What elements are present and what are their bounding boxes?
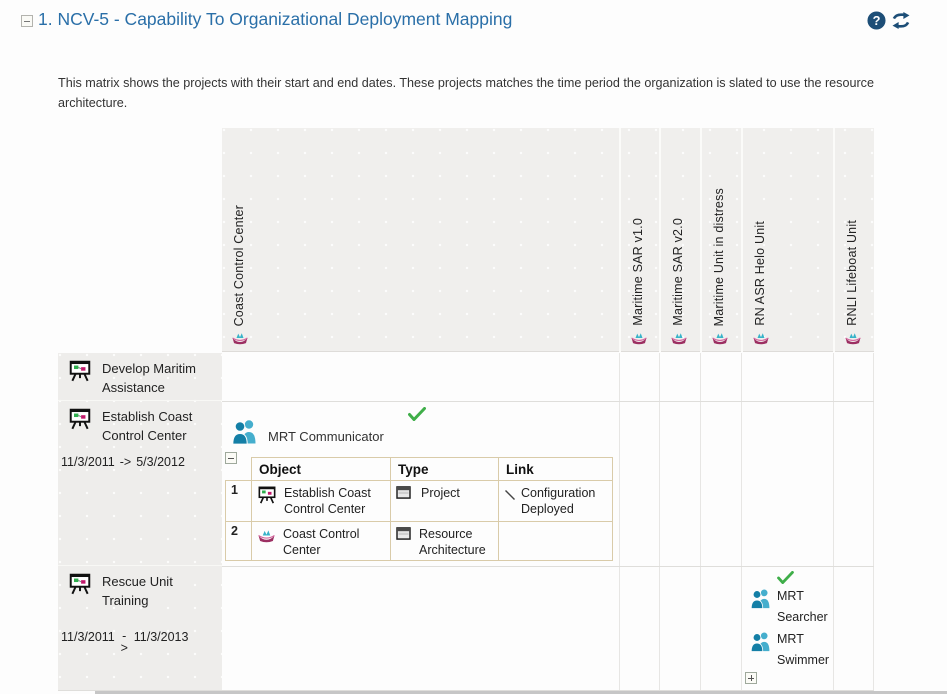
column-header-maritime-unit-in-distress[interactable]: Maritime Unit in distress: [700, 128, 741, 352]
resource-architecture-icon: [231, 331, 249, 345]
column-label: Coast Control Center: [232, 205, 246, 326]
column-header-maritime-sar-v1[interactable]: Maritime SAR v1.0: [619, 128, 659, 352]
resource-architecture-icon: [844, 331, 862, 345]
svg-text:?: ?: [873, 13, 881, 28]
object-name[interactable]: Coast Control Center: [283, 526, 385, 558]
row-label: Establish Coast Control Center: [102, 407, 206, 445]
row-number: 2: [226, 522, 252, 561]
column-header-object: Object: [252, 458, 391, 481]
table-row: 2 Coast Control Center Resource: [226, 522, 613, 561]
date-arrow: ->: [120, 455, 131, 469]
column-label: RNLI Lifeboat Unit: [845, 220, 859, 326]
column-header-maritime-sar-v2[interactable]: Maritime SAR v2.0: [659, 128, 700, 352]
column-header-rn-asr-helo-unit[interactable]: RN ASR Helo Unit: [741, 128, 833, 352]
column-header-coast-control-center[interactable]: Coast Control Center: [222, 128, 619, 352]
row-label: Develop Maritim Assistance: [102, 359, 206, 397]
organization-item[interactable]: MRT Swimmer: [741, 629, 833, 671]
column-header-type: Type: [391, 458, 499, 481]
organization-label[interactable]: MRT Searcher: [777, 586, 833, 628]
check-icon: [777, 571, 794, 584]
row-header-rescue-unit-training[interactable]: Rescue Unit Training 11/3/2011 -> 11/3/2…: [58, 566, 222, 690]
section-collapse-icon[interactable]: [21, 15, 33, 27]
column-label: Maritime SAR v1.0: [631, 218, 645, 326]
project-icon: [68, 360, 92, 382]
check-icon: [408, 407, 426, 421]
link-name: Configuration Deployed: [521, 485, 607, 517]
resource-architecture-icon: [711, 331, 729, 345]
column-header-link: Link: [499, 458, 613, 481]
object-details-table: Object Type Link 1 Establish Coast Contr…: [225, 457, 613, 561]
matrix-description: This matrix shows the projects with thei…: [58, 73, 890, 113]
project-icon: [68, 573, 92, 595]
resource-architecture-icon: [257, 528, 276, 543]
project-date-range: 11/3/2011 -> 11/3/2013: [61, 630, 222, 654]
window-type-icon: [396, 527, 411, 540]
organization-people-icon: [749, 631, 773, 652]
date-end: 5/3/2012: [136, 455, 185, 469]
window-type-icon: [396, 486, 411, 499]
object-type: Project: [421, 485, 460, 501]
row-label: Rescue Unit Training: [102, 572, 206, 610]
project-icon: [68, 408, 92, 430]
row-header-column: Develop Maritim Assistance Establish Coa…: [58, 353, 222, 690]
table-row: 1 Establish Coast Control Center: [226, 481, 613, 522]
date-arrow: ->: [120, 630, 129, 654]
matrix-cell-coast-control-center: MRT Communicator Object Type Link 1: [222, 402, 619, 566]
organization-people-icon: [749, 588, 773, 609]
link-line-icon: [504, 489, 516, 501]
help-icon[interactable]: ?: [867, 11, 886, 30]
expand-details-icon[interactable]: [745, 672, 757, 684]
resource-architecture-icon: [752, 331, 770, 345]
grid-line: [833, 353, 834, 690]
page-title: 1. NCV-5 - Capability To Organizational …: [38, 9, 512, 30]
organization-label[interactable]: MRT Swimmer: [777, 629, 833, 671]
organization-people-icon: [230, 418, 260, 445]
column-label: Maritime SAR v2.0: [671, 218, 685, 326]
object-name[interactable]: Establish Coast Control Center: [284, 485, 385, 517]
column-header-rnli-lifeboat-unit[interactable]: RNLI Lifeboat Unit: [833, 128, 874, 352]
grid-line: [700, 353, 701, 690]
grid-line: [659, 353, 660, 690]
date-end: 11/3/2013: [134, 630, 189, 644]
matrix-cell-rn-asr-helo-unit: MRT Searcher MRT Swimmer: [741, 567, 833, 690]
project-icon: [257, 486, 277, 504]
row-number: 1: [226, 481, 252, 522]
sync-arrows-icon[interactable]: [890, 12, 912, 29]
organization-label[interactable]: MRT Communicator: [268, 429, 384, 444]
column-label: RN ASR Helo Unit: [753, 221, 767, 326]
column-label: Maritime Unit in distress: [712, 188, 726, 326]
table-header-row: Object Type Link: [226, 458, 613, 481]
column-header-band: Coast Control Center Maritime SAR v1.0 M…: [222, 128, 874, 352]
date-start: 11/3/2011: [61, 630, 115, 644]
ncv5-mapping-page: 1. NCV-5 - Capability To Organizational …: [0, 0, 947, 694]
object-type: Resource Architecture: [419, 526, 493, 558]
grid-line: [619, 353, 620, 690]
row-header-establish-coast-control-center[interactable]: Establish Coast Control Center 11/3/2011…: [58, 401, 222, 566]
project-date-range: 11/3/2011 -> 5/3/2012: [61, 455, 222, 469]
row-header-develop-maritim-assistance[interactable]: Develop Maritim Assistance: [58, 353, 222, 401]
date-start: 11/3/2011: [61, 455, 115, 469]
grid-line: [873, 353, 874, 690]
resource-architecture-icon: [670, 331, 688, 345]
organization-item[interactable]: MRT Searcher: [741, 586, 833, 628]
resource-architecture-icon: [630, 331, 648, 345]
